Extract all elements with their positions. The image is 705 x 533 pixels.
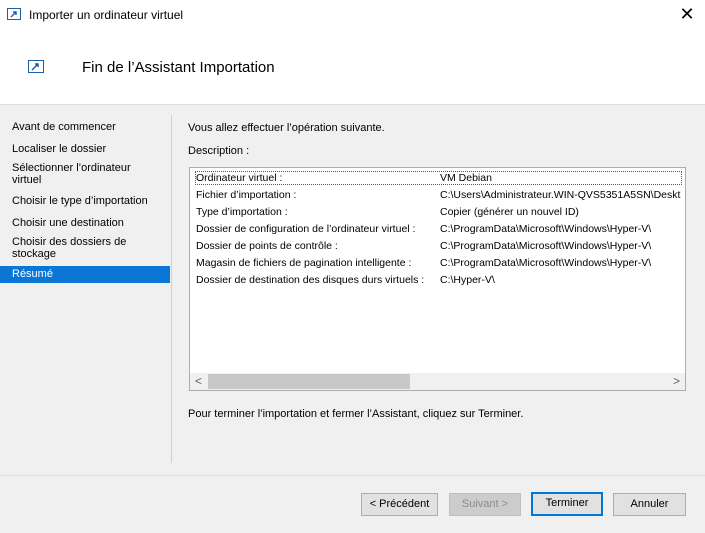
description-label: Description : <box>188 145 250 157</box>
scrollbar-thumb[interactable] <box>208 374 410 389</box>
summary-value: C:\ProgramData\Microsoft\Windows\Hyper-V… <box>440 240 652 252</box>
previous-button[interactable]: < Précédent <box>361 493 438 516</box>
nav-item-localiser-le-dossier[interactable]: Localiser le dossier <box>0 143 170 155</box>
horizontal-scrollbar[interactable]: < > <box>190 373 685 390</box>
intro-text: Vous allez effectuer l’opération suivant… <box>188 122 385 134</box>
summary-value: C:\ProgramData\Microsoft\Windows\Hyper-V… <box>440 223 652 235</box>
import-arrow-icon <box>28 60 44 73</box>
summary-value: C:\Hyper-V\ <box>440 274 495 286</box>
summary-key: Fichier d’importation : <box>196 189 297 201</box>
summary-value: VM Debian <box>440 172 492 184</box>
summary-key: Magasin de fichiers de pagination intell… <box>196 257 412 269</box>
summary-key: Dossier de points de contrôle : <box>196 240 338 252</box>
close-icon[interactable]: ✕ <box>676 3 698 25</box>
title-bar[interactable]: Importer un ordinateur virtuel ✕ <box>0 0 705 30</box>
nav-item-type-importation[interactable]: Choisir le type d’importation <box>0 195 170 207</box>
wizard-footer: < Précédent Suivant > Terminer Annuler <box>0 476 705 533</box>
nav-item-resume[interactable]: Résumé <box>0 266 170 283</box>
summary-value: C:\ProgramData\Microsoft\Windows\Hyper-V… <box>440 257 652 269</box>
summary-value: Copier (générer un nouvel ID) <box>440 206 579 218</box>
finish-button[interactable]: Terminer <box>531 492 603 516</box>
summary-listbox[interactable]: Ordinateur virtuel : VM Debian Fichier d… <box>189 167 686 391</box>
import-wizard-window: Importer un ordinateur virtuel ✕ Fin de … <box>0 0 705 533</box>
scroll-right-icon[interactable]: > <box>668 373 685 390</box>
summary-key: Type d’importation : <box>196 206 288 218</box>
window-title: Importer un ordinateur virtuel <box>29 8 184 22</box>
summary-key: Dossier de configuration de l’ordinateur… <box>196 223 416 235</box>
cancel-button[interactable]: Annuler <box>613 493 686 516</box>
next-button[interactable]: Suivant > <box>449 493 521 516</box>
summary-key: Dossier de destination des disques durs … <box>196 274 425 286</box>
nav-item-selectionner-ordinateur[interactable]: Sélectionner l’ordinateur virtuel <box>0 162 150 186</box>
page-title: Fin de l’Assistant Importation <box>82 59 275 76</box>
finish-instructions: Pour terminer l’importation et fermer l’… <box>188 408 524 420</box>
nav-item-destination[interactable]: Choisir une destination <box>0 217 170 229</box>
nav-item-avant-de-commencer[interactable]: Avant de commencer <box>0 121 170 133</box>
summary-key: Ordinateur virtuel : <box>196 172 283 184</box>
nav-divider <box>171 115 172 463</box>
nav-item-dossiers-stockage[interactable]: Choisir des dossiers de stockage <box>0 236 140 260</box>
scroll-left-icon[interactable]: < <box>190 373 207 390</box>
import-arrow-icon <box>7 8 21 20</box>
summary-value: C:\Users\Administrateur.WIN-QVS5351A5SN\… <box>440 189 681 201</box>
